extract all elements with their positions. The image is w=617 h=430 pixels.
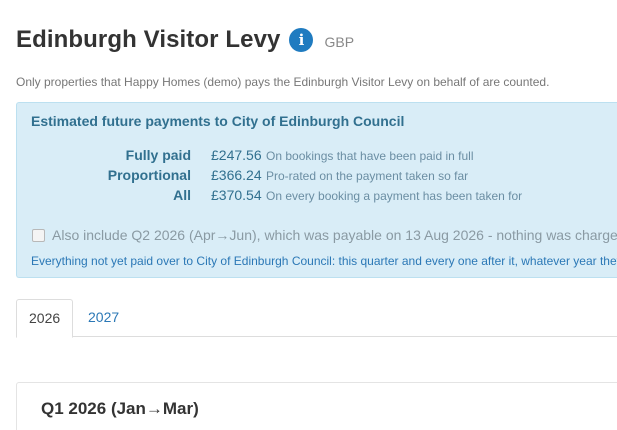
estimate-heading: Estimated future payments to City of Edi… [31,113,405,129]
quarter-title: Q1 2026 (Jan→Mar) [41,399,199,418]
include-q2-checkbox[interactable] [32,228,45,242]
info-icon[interactable]: i [289,28,314,52]
estimate-row-desc: On every booking a payment has been take… [266,189,523,203]
estimate-row-label: Fully paid [125,147,191,163]
tab-2027[interactable]: 2027 [76,299,131,337]
estimate-row-desc: On bookings that have been paid in full [266,149,474,163]
year-tabs: 2026 2027 [16,299,617,338]
estimate-row-desc: Pro-rated on the payment taken so far [266,169,469,183]
include-q2-option[interactable]: Also include Q2 2026 (Apr→Jun), which wa… [32,227,617,243]
tab-2026[interactable]: 2026 [16,299,74,338]
estimate-row-label: All [173,187,191,203]
estimate-row-amount: £247.56 [211,147,262,163]
estimate-row-amount: £370.54 [211,187,262,203]
estimate-row-amount: £366.24 [211,167,262,183]
page: Edinburgh Visitor Levy i GBP Only proper… [0,0,617,430]
page-title: Edinburgh Visitor Levy [16,26,281,53]
currency-label: GBP [324,34,355,50]
estimate-panel: Estimated future payments to City of Edi… [16,102,617,278]
header: Edinburgh Visitor Levy i GBP [16,26,354,54]
estimate-footnote: Everything not yet paid over to City of … [31,254,617,268]
properties-note: Only properties that Happy Homes (demo) … [16,75,550,89]
include-q2-label[interactable]: Also include Q2 2026 (Apr→Jun), which wa… [52,227,617,243]
estimate-row-label: Proportional [107,167,191,183]
quarter-section: Q1 2026 (Jan→Mar) [16,382,617,430]
